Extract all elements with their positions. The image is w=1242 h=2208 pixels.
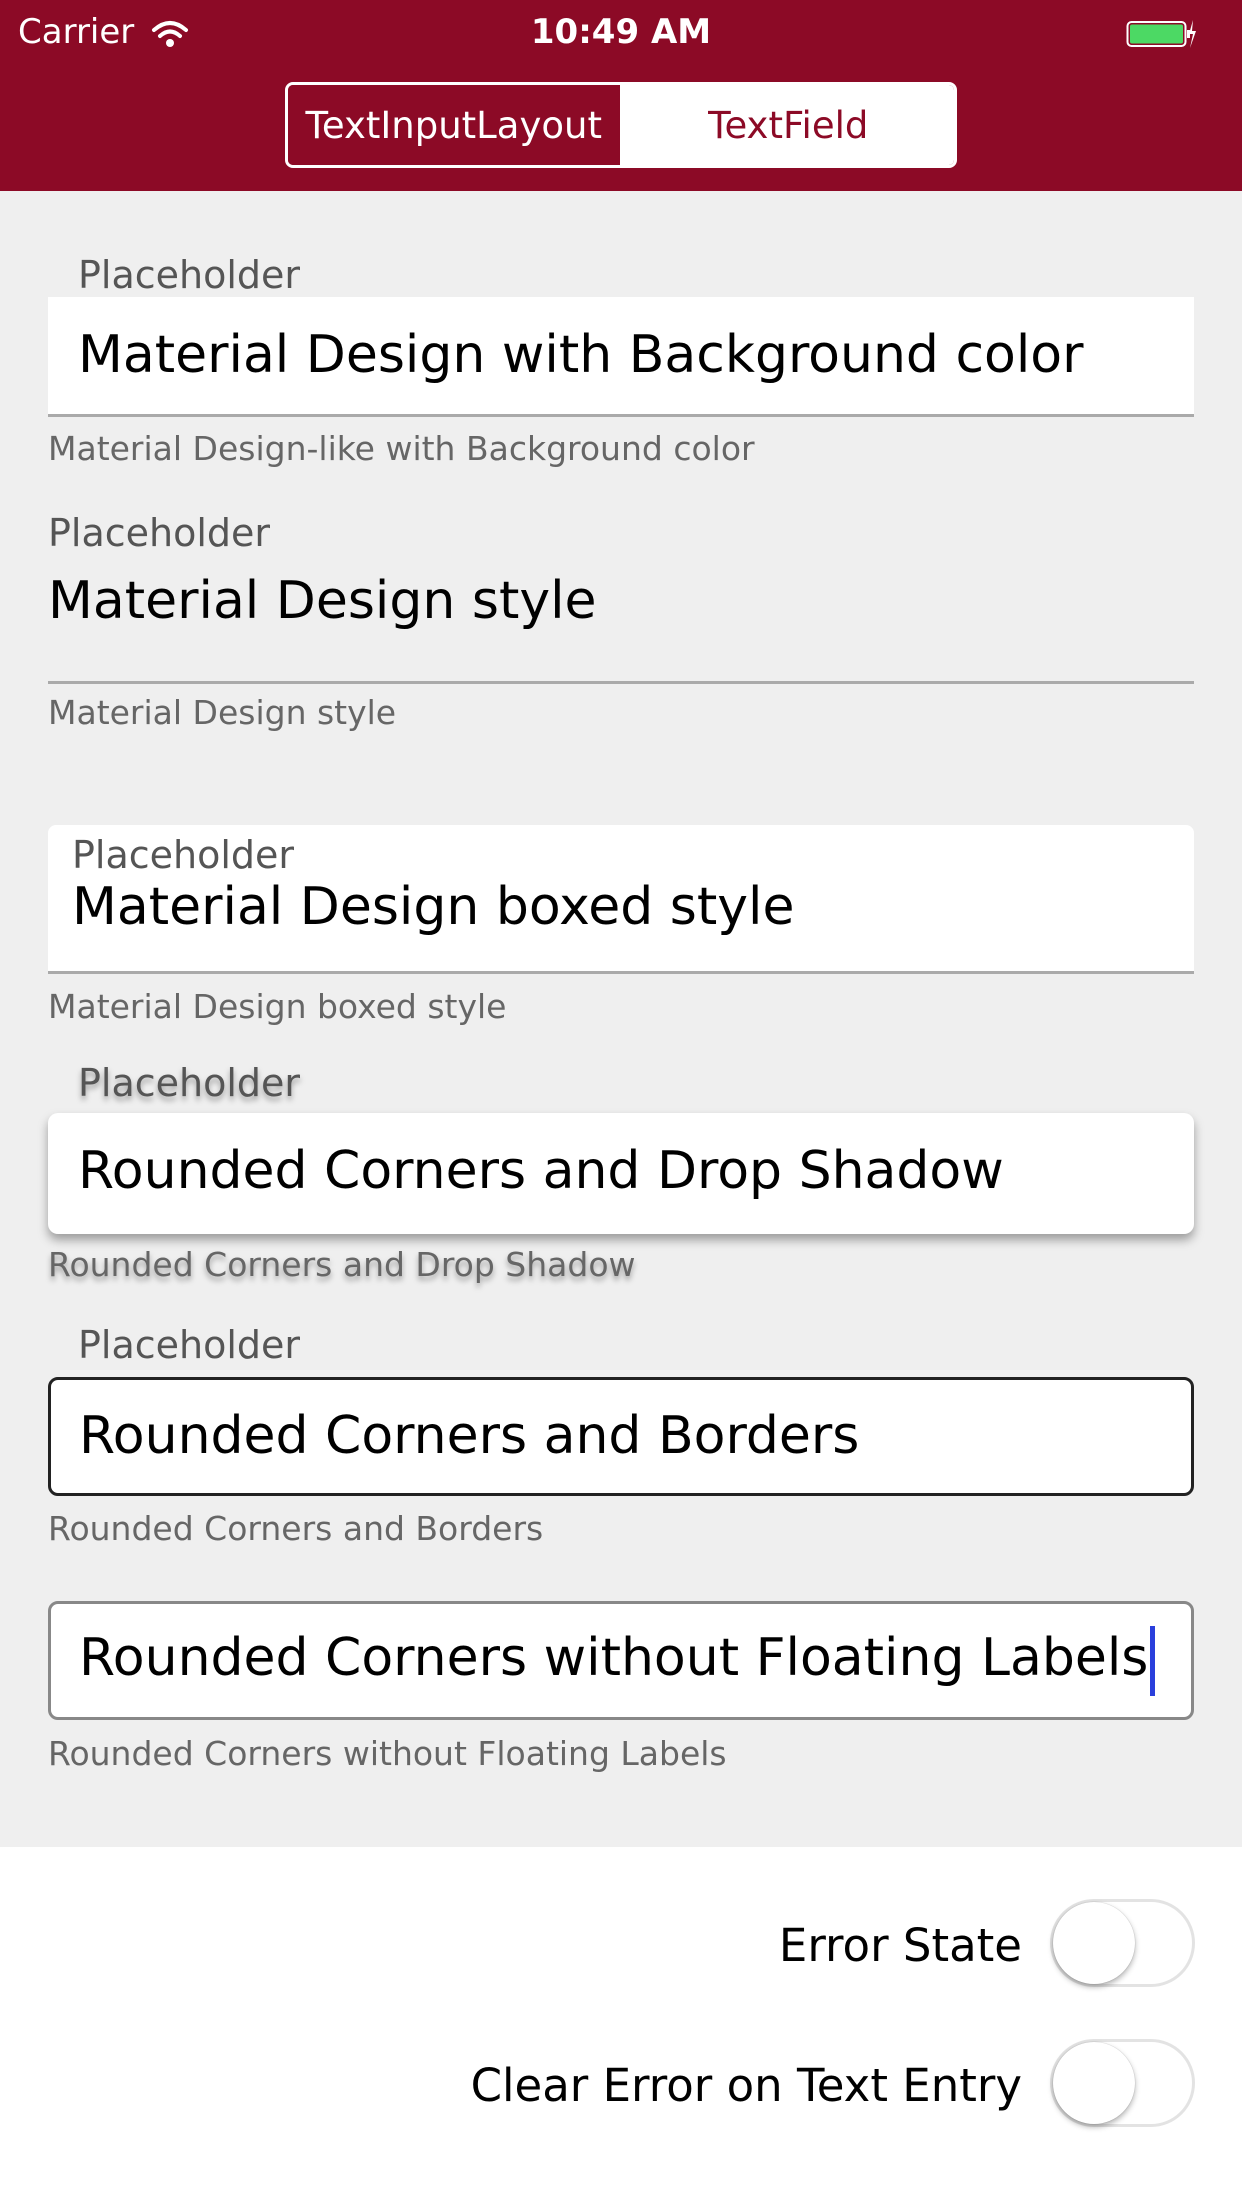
- field-placeholder: Placeholder: [78, 1323, 301, 1367]
- text-field-material-style[interactable]: Placeholder Material Design style: [48, 511, 1194, 684]
- clear-error-toggle[interactable]: [1050, 2039, 1195, 2127]
- clock: 10:49 AM: [530, 12, 712, 52]
- segmented-control: TextInputLayout TextField: [285, 82, 957, 168]
- text-field-no-floating-label[interactable]: Rounded Corners without Floating Labels: [48, 1601, 1194, 1720]
- app-header: Carrier 10:49 AM TextInputLayout TextFie…: [0, 0, 1242, 191]
- field-value-with-cursor: Rounded Corners without Floating Labels: [79, 1626, 1156, 1696]
- field-placeholder: Placeholder: [78, 253, 301, 297]
- error-state-label: Error State: [778, 1919, 1022, 1972]
- field-value: Rounded Corners without Floating Labels: [79, 1628, 1149, 1688]
- field-helper-text: Material Design boxed style: [48, 987, 507, 1026]
- text-cursor: [1150, 1626, 1156, 1696]
- toggle-knob: [1053, 1902, 1135, 1984]
- options-panel: Error State Clear Error on Text Entry: [0, 1847, 1242, 2208]
- text-field-background-color[interactable]: Material Design with Background color: [48, 297, 1194, 417]
- tab-textfield[interactable]: TextField: [622, 85, 954, 165]
- field-helper-text: Material Design-like with Background col…: [48, 429, 755, 468]
- error-state-toggle[interactable]: [1050, 1899, 1195, 1987]
- status-bar: Carrier 10:49 AM: [0, 8, 1242, 58]
- field-value: Material Design with Background color: [78, 325, 1084, 385]
- field-helper-text: Material Design style: [48, 693, 397, 732]
- text-field-boxed-style[interactable]: Placeholder Material Design boxed style: [48, 825, 1194, 974]
- text-field-borders[interactable]: Rounded Corners and Borders: [48, 1377, 1194, 1496]
- battery-charging-icon: [1126, 20, 1196, 48]
- field-placeholder: Placeholder: [72, 833, 295, 877]
- field-placeholder: Placeholder: [48, 511, 271, 555]
- field-helper-text: Rounded Corners and Drop Shadow: [48, 1245, 636, 1284]
- text-field-drop-shadow[interactable]: Rounded Corners and Drop Shadow: [48, 1113, 1194, 1234]
- field-value: Rounded Corners and Drop Shadow: [78, 1141, 1004, 1201]
- field-helper-text: Rounded Corners and Borders: [48, 1509, 544, 1548]
- clear-error-label: Clear Error on Text Entry: [470, 2059, 1022, 2112]
- field-value: Rounded Corners and Borders: [79, 1406, 860, 1466]
- field-value: Material Design style: [48, 571, 597, 631]
- field-helper-text: Rounded Corners without Floating Labels: [48, 1734, 727, 1773]
- form-area: Placeholder Material Design with Backgro…: [0, 191, 1242, 1847]
- tab-textinputlayout[interactable]: TextInputLayout: [288, 85, 623, 165]
- field-placeholder: Placeholder: [78, 1061, 301, 1105]
- field-value: Material Design boxed style: [72, 877, 795, 937]
- toggle-knob: [1053, 2042, 1135, 2124]
